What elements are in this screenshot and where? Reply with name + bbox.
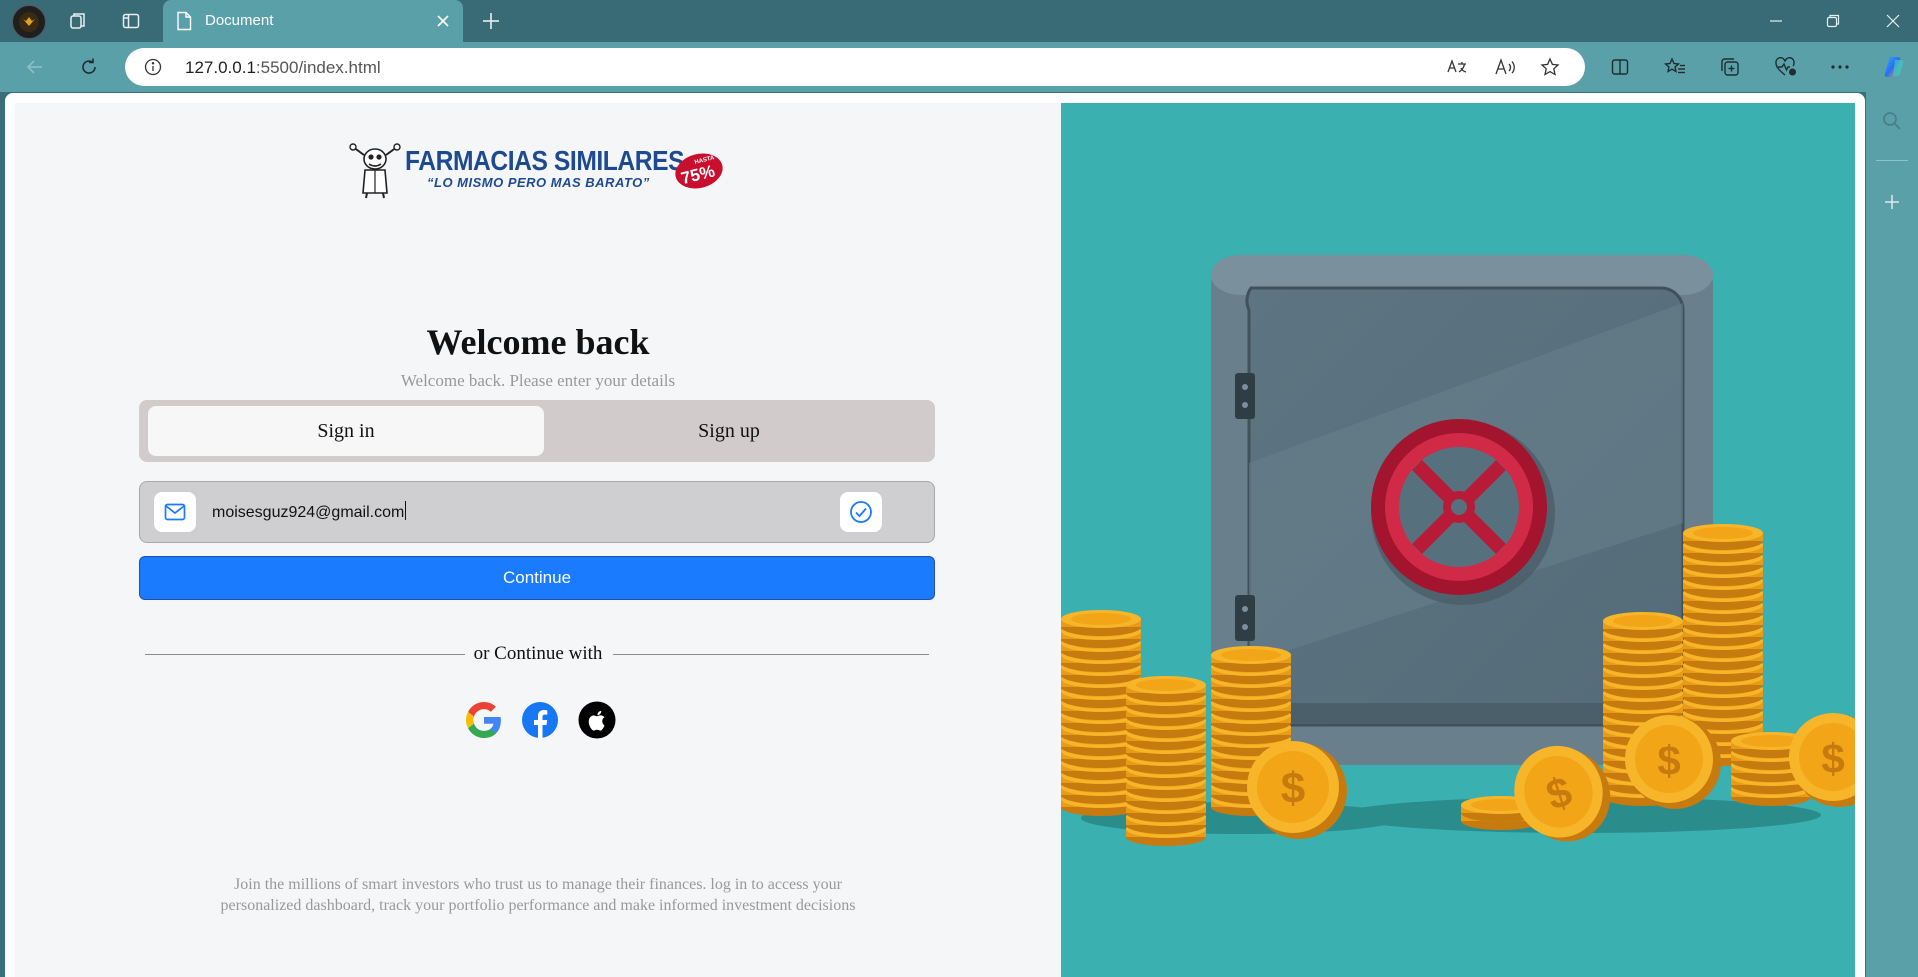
svg-text:$: $	[1281, 764, 1305, 813]
svg-text:$: $	[1821, 735, 1844, 782]
favorite-star-icon[interactable]	[1538, 56, 1562, 78]
browser-toolbar: 127.0.0.1:5500/index.html	[0, 42, 1918, 92]
brand-logo: FARMACIAS SIMILARES “LO MISMO PERO MAS B…	[347, 143, 727, 203]
close-window-icon[interactable]	[1870, 6, 1916, 36]
text-caret	[405, 501, 407, 520]
doctor-mascot-icon	[349, 143, 401, 199]
minimize-icon[interactable]	[1753, 6, 1799, 36]
divider-label: or Continue with	[15, 643, 1061, 665]
facebook-icon[interactable]	[521, 701, 559, 739]
url-host: 127.0.0.1	[185, 58, 256, 77]
active-tab[interactable]: Document	[163, 0, 463, 42]
split-screen-icon[interactable]	[1606, 53, 1634, 81]
back-icon[interactable]	[19, 51, 51, 83]
email-value: moisesguz924@gmail.com	[212, 504, 405, 521]
divider-text: or Continue with	[467, 643, 609, 664]
page-icon	[175, 11, 193, 36]
new-tab-icon[interactable]	[476, 6, 506, 36]
safe-and-coins-illustration: $ $ $ $	[1061, 255, 1855, 846]
sidebar-divider	[1876, 160, 1908, 161]
url-path: :5500/index.html	[255, 58, 381, 77]
read-aloud-icon[interactable]	[1493, 56, 1517, 78]
url-text[interactable]: 127.0.0.1:5500/index.html	[185, 58, 381, 78]
copilot-icon[interactable]	[1880, 53, 1908, 81]
favorites-icon[interactable]	[1661, 53, 1689, 81]
browser-title-bar: Document	[0, 0, 1918, 42]
email-input[interactable]: moisesguz924@gmail.com	[212, 501, 407, 522]
apple-icon[interactable]	[578, 701, 616, 739]
illustration-panel: $ $ $ $	[1061, 103, 1855, 977]
restore-icon[interactable]	[1810, 6, 1856, 36]
brand-tagline: “LO MISMO PERO MAS BARATO”	[427, 175, 650, 190]
footer-description: Join the millions of smart investors who…	[220, 876, 856, 914]
email-field[interactable]: moisesguz924@gmail.com	[139, 481, 935, 543]
search-icon[interactable]	[1879, 108, 1905, 134]
add-icon[interactable]	[1879, 189, 1905, 215]
svg-text:$: $	[1657, 737, 1680, 784]
edge-sidebar	[1866, 92, 1918, 977]
profile-icon[interactable]	[12, 5, 46, 39]
login-panel: FARMACIAS SIMILARES “LO MISMO PERO MAS B…	[15, 103, 1061, 977]
continue-button[interactable]: Continue	[139, 556, 935, 600]
workspaces-icon[interactable]	[63, 6, 93, 36]
auth-tabs: Sign in Sign up	[139, 400, 935, 462]
google-icon[interactable]	[465, 701, 503, 739]
page-title: Welcome back	[426, 322, 650, 362]
brand-name: FARMACIAS SIMILARES	[405, 145, 685, 176]
collections-icon[interactable]	[1716, 53, 1744, 81]
more-icon[interactable]	[1826, 53, 1854, 81]
vertical-tabs-icon[interactable]	[116, 6, 146, 36]
mail-icon	[154, 492, 196, 532]
page-subtitle: Welcome back. Please enter your details	[400, 371, 676, 390]
tab-title: Document	[205, 12, 274, 29]
address-bar[interactable]: 127.0.0.1:5500/index.html	[125, 48, 1585, 86]
page-viewport: FARMACIAS SIMILARES “LO MISMO PERO MAS B…	[5, 93, 1865, 977]
close-icon[interactable]	[433, 11, 453, 31]
coin-stack-left-3	[1126, 676, 1206, 846]
translate-icon[interactable]	[1445, 56, 1469, 78]
browser-essentials-icon[interactable]	[1772, 53, 1800, 81]
check-circle-icon	[840, 492, 882, 532]
info-icon[interactable]	[143, 57, 163, 77]
tab-sign-in[interactable]: Sign in	[148, 406, 544, 456]
tab-sign-up[interactable]: Sign up	[531, 406, 927, 456]
discount-badge: HASTA 75%	[675, 153, 723, 189]
refresh-icon[interactable]	[73, 51, 105, 83]
